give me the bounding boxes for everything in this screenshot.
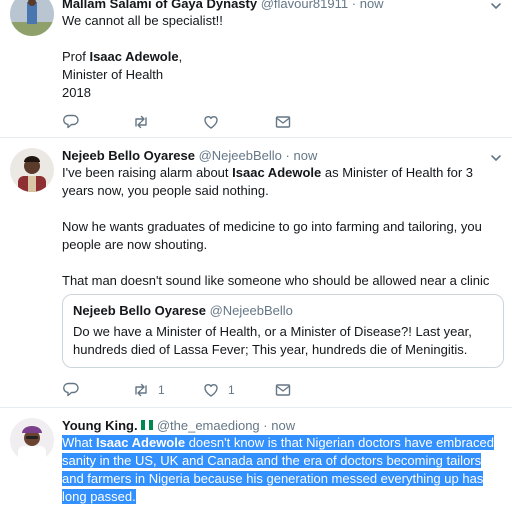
quoted-username: @NejeebBello	[209, 303, 293, 318]
tweet-text: We cannot all be specialist!! Prof Isaac…	[62, 12, 504, 102]
retweet-button[interactable]: 1	[132, 381, 165, 399]
avatar[interactable]	[10, 418, 54, 462]
display-name[interactable]: Young King.	[62, 418, 138, 433]
quoted-tweet-text: Do we have a Minister of Health, or a Mi…	[73, 324, 472, 357]
reply-icon	[63, 382, 79, 397]
tweet-line: Prof Isaac Adewole,	[62, 49, 183, 64]
reply-button[interactable]	[62, 113, 80, 131]
retweet-icon	[135, 115, 147, 129]
separator-dot: ·	[263, 418, 268, 433]
avatar-image	[10, 0, 54, 36]
retweet-button[interactable]	[132, 113, 150, 131]
tweet-actions: 1 1	[62, 381, 362, 399]
mention-bold: Isaac Adewole	[89, 49, 179, 64]
tweet-actions	[62, 113, 362, 131]
timestamp[interactable]: now	[360, 0, 384, 11]
tweet-text: I've been raising alarm about Isaac Adew…	[62, 164, 504, 290]
dm-button[interactable]	[274, 113, 292, 131]
like-icon	[204, 116, 218, 129]
display-name[interactable]: Nejeeb Bello Oyarese	[62, 148, 195, 163]
tweet-1[interactable]: Mallam Salami of Gaya Dynasty @flavour81…	[0, 0, 512, 136]
separator-dot: ·	[285, 148, 290, 163]
avatar[interactable]	[10, 148, 54, 192]
tweet-paragraph: That man doesn't sound like someone who …	[62, 273, 490, 288]
avatar-image	[10, 418, 54, 462]
tweet-3[interactable]: Young King. @the_emaediong · now What Is…	[0, 408, 512, 504]
tweet-header: Young King. @the_emaediong · now	[62, 418, 295, 434]
tweet-line: We cannot all be specialist!!	[62, 13, 223, 28]
reply-button[interactable]	[62, 381, 80, 399]
retweet-icon	[135, 383, 147, 397]
like-icon	[204, 384, 218, 397]
tweet-paragraph: I've been raising alarm about Isaac Adew…	[62, 165, 473, 198]
like-button[interactable]: 1	[202, 381, 235, 399]
mention-bold: Isaac Adewole	[95, 435, 186, 450]
envelope-icon	[275, 384, 291, 396]
quoted-display-name: Nejeeb Bello Oyarese	[73, 303, 206, 318]
quoted-tweet[interactable]: Nejeeb Bello Oyarese @NejeebBello Do we …	[62, 294, 504, 368]
mention-bold: Isaac Adewole	[232, 165, 322, 180]
username[interactable]: @the_emaediong	[157, 418, 260, 433]
reply-icon	[63, 114, 79, 129]
separator-dot: ·	[351, 0, 357, 11]
quoted-tweet-header: Nejeeb Bello Oyarese @NejeebBello	[73, 303, 293, 319]
tweet-paragraph: What Isaac Adewole doesn't know is that …	[62, 434, 504, 506]
display-name[interactable]: Mallam Salami of Gaya Dynasty	[62, 0, 257, 11]
timestamp[interactable]: now	[271, 418, 295, 433]
tweet-line: Minister of Health	[62, 67, 164, 82]
tweet-header: Nejeeb Bello Oyarese @NejeebBello · now	[62, 148, 317, 164]
envelope-icon	[275, 116, 291, 128]
tweet-line: 2018	[62, 85, 91, 100]
username[interactable]: @flavour81911	[261, 0, 348, 11]
tweet-2[interactable]: Nejeeb Bello Oyarese @NejeebBello · now …	[0, 138, 512, 406]
tweet-paragraph: Now he wants graduates of medicine to go…	[62, 219, 482, 252]
like-count: 1	[228, 383, 235, 397]
nigeria-flag-icon	[141, 420, 154, 430]
retweet-count: 1	[158, 383, 165, 397]
dm-button[interactable]	[274, 381, 292, 399]
tweet-header: Mallam Salami of Gaya Dynasty @flavour81…	[62, 0, 384, 12]
caret-down-icon[interactable]	[490, 0, 502, 12]
avatar-image	[10, 148, 54, 192]
caret-down-icon[interactable]	[490, 152, 502, 164]
username[interactable]: @NejeebBello	[199, 148, 282, 163]
tweet-text: What Isaac Adewole doesn't know is that …	[62, 434, 504, 506]
like-button[interactable]	[202, 113, 220, 131]
avatar[interactable]	[10, 0, 54, 36]
timestamp[interactable]: now	[294, 148, 318, 163]
selected-text: What	[62, 435, 96, 450]
